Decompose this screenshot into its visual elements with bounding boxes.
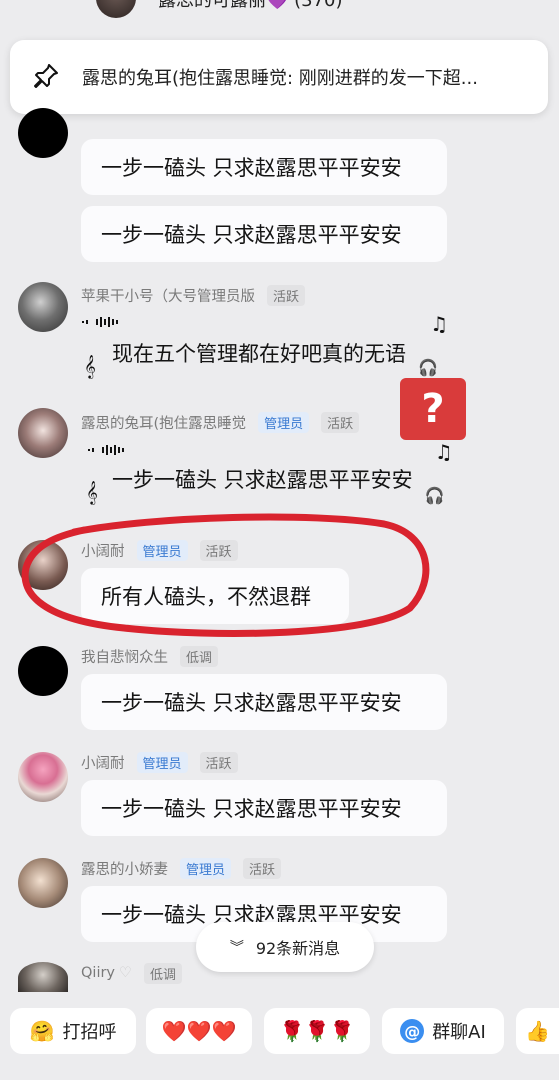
treble-clef-icon: 𝄞 xyxy=(84,354,96,378)
fancy-message-bubble[interactable]: 𝄞 ♫ 🎧 一步一磕头 只求赵露思平平安安 xyxy=(86,440,453,510)
treble-clef-icon: 𝄞 xyxy=(86,480,98,504)
sender-name[interactable]: 苹果干小号（大号管理员版 xyxy=(81,285,255,306)
status-badge: 活跃 xyxy=(199,539,238,561)
roses-button[interactable]: 🌹🌹🌹 xyxy=(264,1008,370,1054)
sender-row: Qiiry ♡ 低调 xyxy=(81,962,183,984)
group-ai-button[interactable]: @ 群聊AI xyxy=(382,1008,504,1054)
group-title[interactable]: 露思的可露丽💜 (370) xyxy=(158,0,343,12)
sender-row: 小阔耐 管理员 活跃 xyxy=(81,539,238,561)
pin-icon xyxy=(34,64,58,88)
avatar[interactable] xyxy=(18,282,68,332)
sender-name[interactable]: 露思的小娇妻 xyxy=(81,858,168,879)
sender-name[interactable]: 小阔耐 xyxy=(81,540,125,561)
avatar[interactable] xyxy=(18,108,68,158)
status-badge: 低调 xyxy=(144,962,183,984)
new-messages-button[interactable]: ︾ 92条新消息 xyxy=(196,922,374,972)
back-chevron-icon[interactable]: < xyxy=(26,0,48,4)
admin-badge: 管理员 xyxy=(136,751,188,773)
voice-wave-icon xyxy=(82,317,118,327)
question-mark-icon: ? xyxy=(400,378,466,440)
message-text: 一步一磕头 只求赵露思平平安安 xyxy=(112,468,413,492)
thumbs-up-button[interactable]: 👍 xyxy=(516,1008,559,1054)
message-bubble[interactable]: 一步一磕头 只求赵露思平平安安 xyxy=(81,674,447,730)
music-note-icon: ♫ xyxy=(430,312,448,336)
greet-button[interactable]: 🤗 打招呼 xyxy=(10,1008,136,1054)
status-badge: 活跃 xyxy=(267,284,306,306)
admin-badge: 管理员 xyxy=(136,539,188,561)
greet-label: 打招呼 xyxy=(62,1022,117,1043)
status-badge: 活跃 xyxy=(243,857,282,879)
fancy-message-bubble[interactable]: 𝄞 ♫ 🎧 现在五个管理都在好吧真的无语 xyxy=(82,312,448,384)
sender-row: 苹果干小号（大号管理员版 活跃 xyxy=(81,284,306,306)
avatar[interactable] xyxy=(18,858,68,908)
hearts-button[interactable]: ❤️❤️❤️ xyxy=(146,1008,252,1054)
voice-wave-icon xyxy=(88,445,124,455)
new-messages-label: 92条新消息 xyxy=(255,939,341,958)
status-badge: 低调 xyxy=(180,645,219,667)
message-bubble[interactable]: 一步一磕头 只求赵露思平平安安 xyxy=(81,206,447,262)
group-avatar[interactable] xyxy=(96,0,136,18)
at-sign-icon: @ xyxy=(400,1019,425,1043)
avatar[interactable] xyxy=(18,646,68,696)
sender-name[interactable]: Qiiry xyxy=(81,965,115,981)
music-note-icon: ♫ xyxy=(434,440,453,464)
quick-actions-bar: 🤗 打招呼 ❤️❤️❤️ 🌹🌹🌹 @ 群聊AI 👍 xyxy=(0,992,559,1080)
message-bubble[interactable]: 所有人磕头，不然退群 xyxy=(81,568,349,624)
avatar[interactable] xyxy=(18,408,68,458)
message-bubble[interactable]: 一步一磕头 只求赵露思平平安安 xyxy=(81,780,447,836)
headphones-icon: 🎧 xyxy=(418,358,438,377)
message-bubble[interactable]: 一步一磕头 只求赵露思平平安安 xyxy=(81,139,447,195)
admin-badge: 管理员 xyxy=(180,857,232,879)
sender-name[interactable]: 露思的兔耳(抱住露思睡觉 xyxy=(81,412,246,433)
pinned-message-banner[interactable]: 露思的兔耳(抱住露思睡觉: 刚刚进群的发一下超... xyxy=(10,40,548,114)
sender-name[interactable]: 小阔耐 xyxy=(81,752,125,773)
hearts-emoji-icon: ❤️❤️❤️ xyxy=(161,1019,237,1043)
sender-name[interactable]: 我自悲悯众生 xyxy=(81,646,168,667)
avatar[interactable] xyxy=(18,962,68,994)
chat-header: < 露思的可露丽💜 (370) xyxy=(0,0,559,18)
headphones-icon: 🎧 xyxy=(424,486,445,505)
status-badge: 活跃 xyxy=(321,411,360,433)
pinned-text: 露思的兔耳(抱住露思睡觉: 刚刚进群的发一下超... xyxy=(82,68,478,89)
message-text: 现在五个管理都在好吧真的无语 xyxy=(112,342,406,366)
sender-row: 我自悲悯众生 低调 xyxy=(81,645,219,667)
sender-row: 小阔耐 管理员 活跃 xyxy=(81,751,238,773)
avatar[interactable] xyxy=(18,540,68,590)
admin-badge: 管理员 xyxy=(258,411,310,433)
hug-emoji-icon: 🤗 xyxy=(29,1019,55,1043)
sender-row: 露思的小娇妻 管理员 活跃 xyxy=(81,857,282,879)
group-ai-label: 群聊AI xyxy=(432,1022,486,1043)
avatar[interactable] xyxy=(18,752,68,802)
sender-row: 露思的兔耳(抱住露思睡觉 管理员 活跃 xyxy=(81,411,360,433)
roses-emoji-icon: 🌹🌹🌹 xyxy=(279,1019,355,1043)
thumbs-up-icon: 👍 xyxy=(525,1019,550,1043)
heart-outline-icon: ♡ xyxy=(119,965,133,981)
double-chevron-down-icon: ︾ xyxy=(229,940,244,956)
status-badge: 活跃 xyxy=(199,751,238,773)
